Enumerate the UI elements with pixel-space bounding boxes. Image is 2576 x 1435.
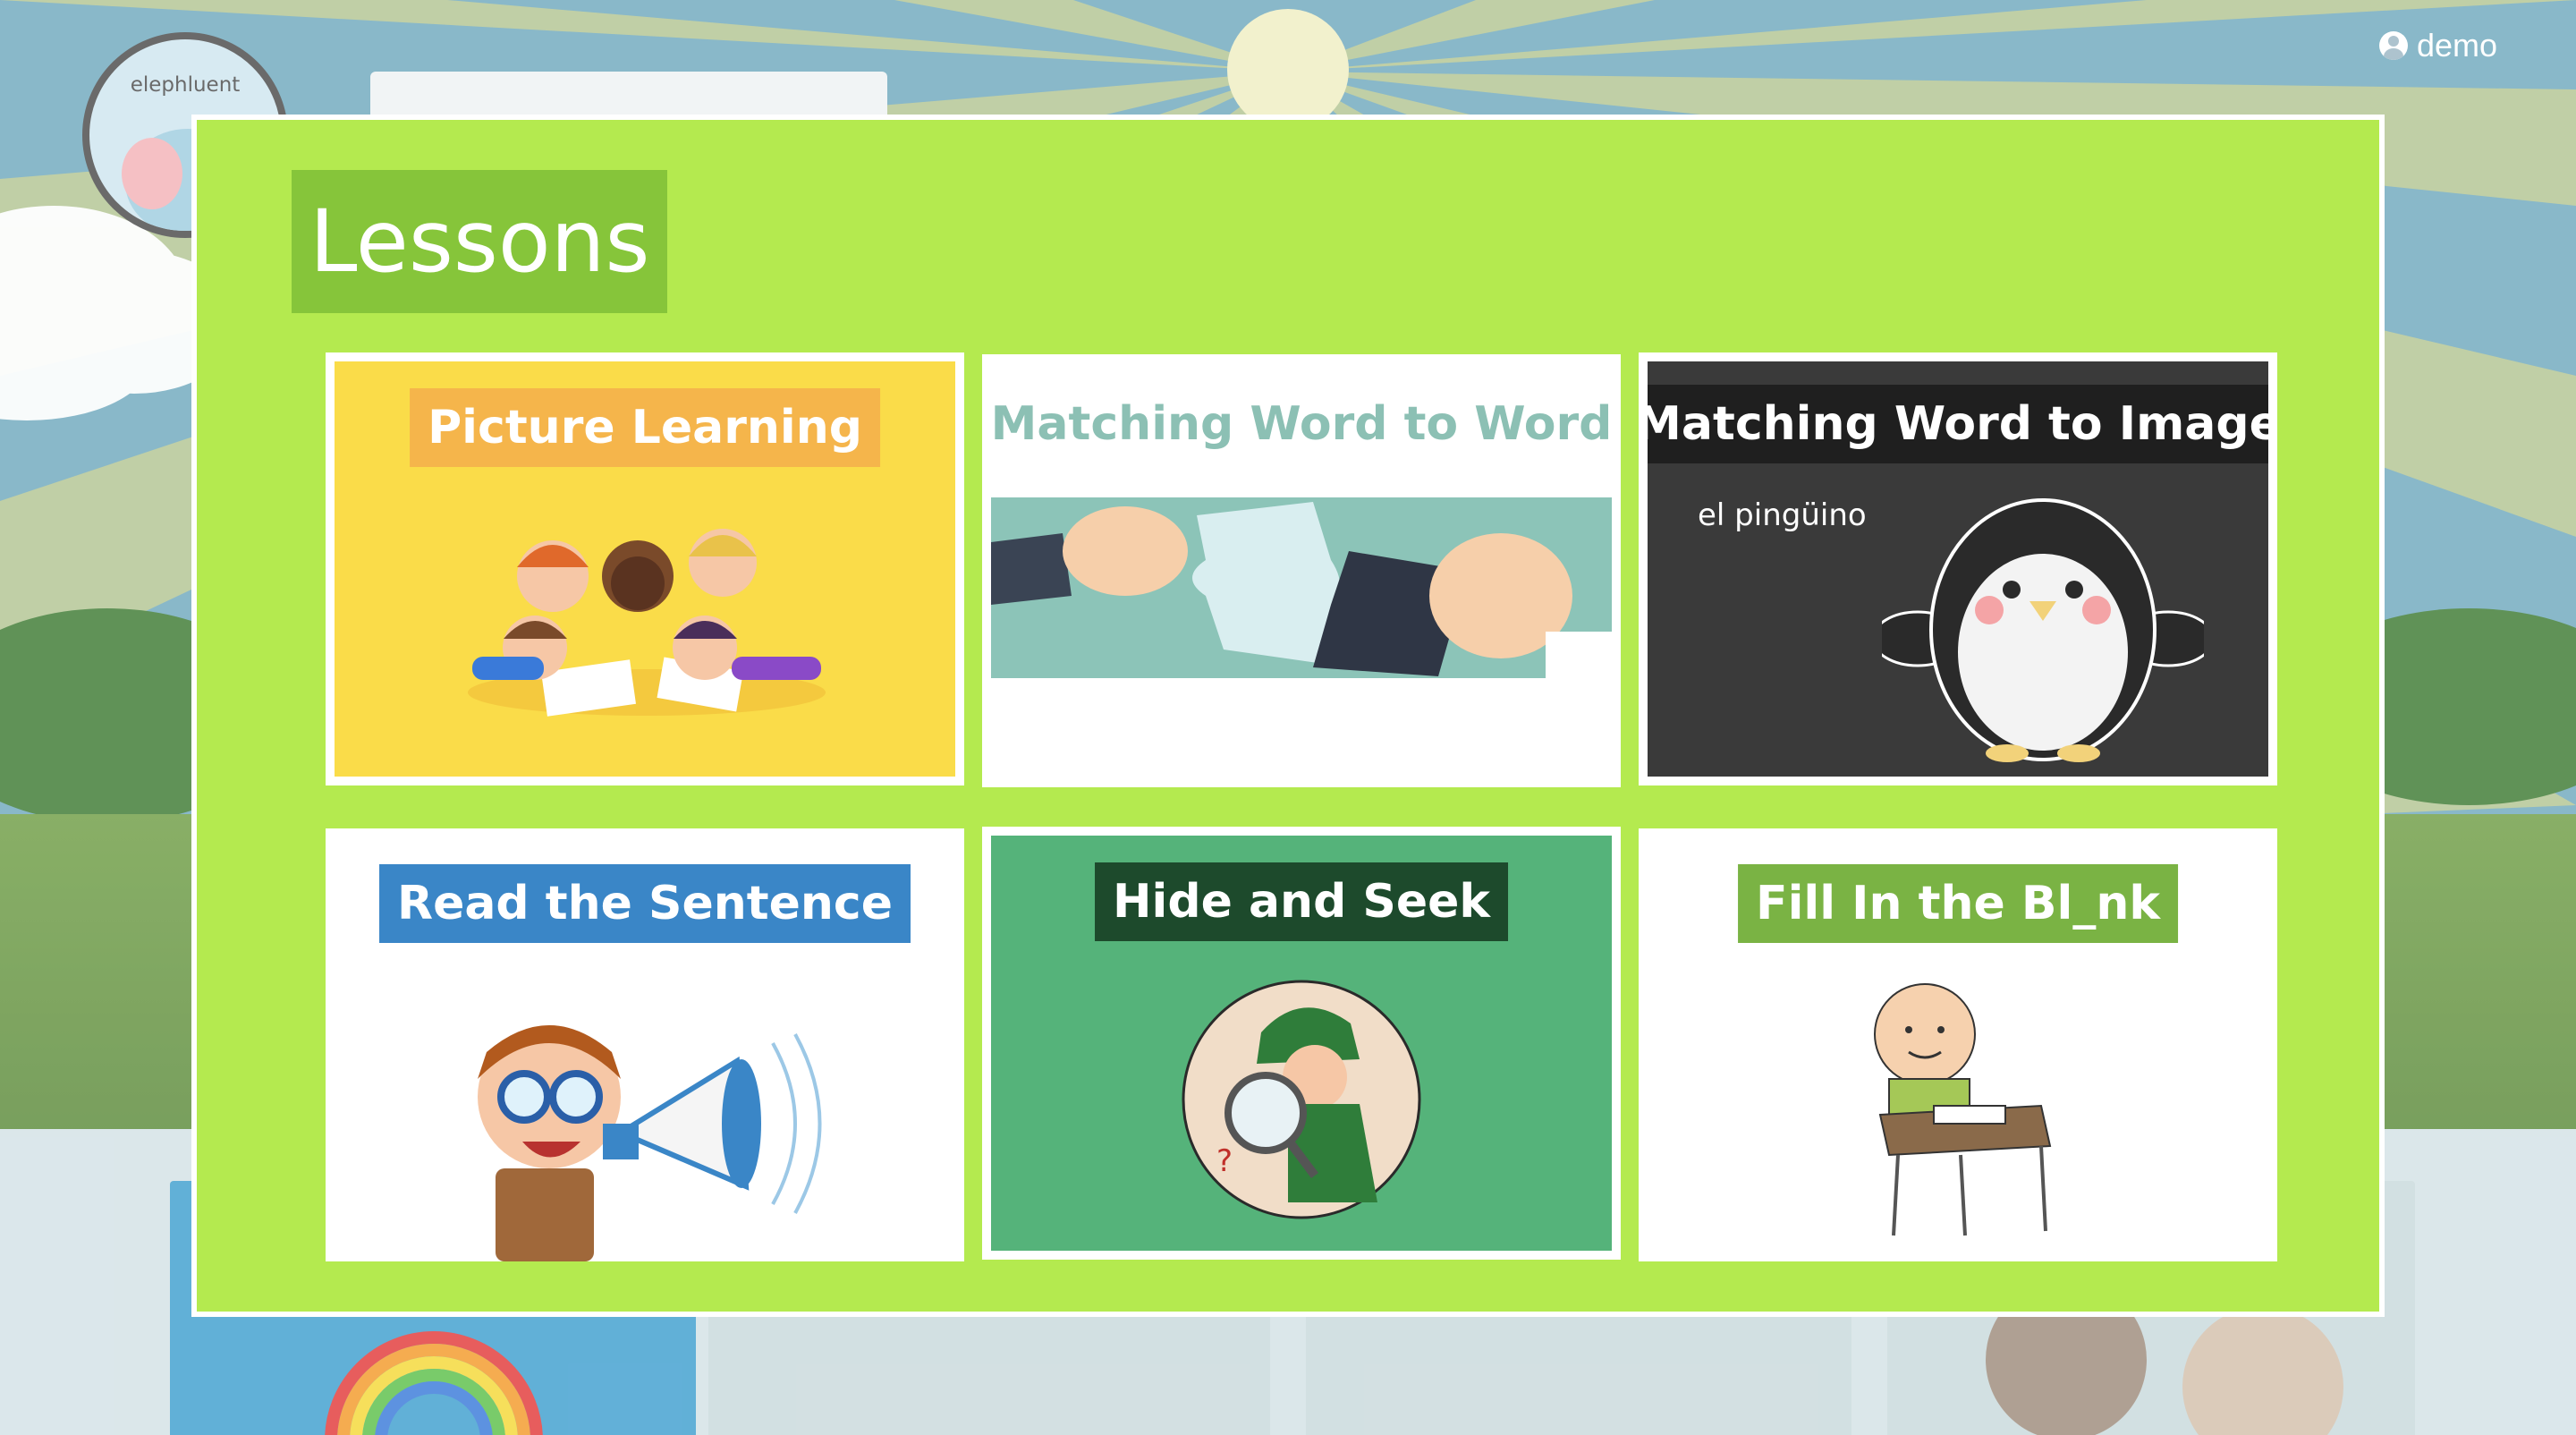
lesson-card-hide-and-seek[interactable]: Hide and Seek ?: [982, 827, 1621, 1260]
detective-magnifier-illustration: ?: [1182, 980, 1421, 1219]
boy-megaphone-illustration: [478, 1025, 822, 1261]
svg-text:?: ?: [1216, 1143, 1233, 1179]
example-word: el pingüino: [1698, 497, 1867, 533]
lesson-card-matching-word-to-image[interactable]: Matching Word to Image el pingüino: [1639, 352, 2277, 785]
lesson-card-matching-word-to-word[interactable]: Matching Word to Word: [982, 354, 1621, 787]
lesson-title: Matching Word to Word: [982, 385, 1621, 463]
lesson-title: Hide and Seek: [1095, 862, 1508, 941]
boy-at-desk-illustration: [1874, 983, 2052, 1236]
lesson-title: Matching Word to Image: [1648, 385, 2268, 463]
lesson-title: Fill In the Bl_nk: [1738, 864, 2178, 943]
lesson-title: Picture Learning: [410, 388, 880, 467]
lesson-title: Read the Sentence: [379, 864, 911, 943]
lesson-card-read-the-sentence[interactable]: Read the Sentence: [326, 828, 964, 1261]
lesson-card-fill-in-the-blank[interactable]: Fill In the Bl_nk: [1639, 828, 2277, 1261]
penguin-illustration: [1882, 498, 2204, 762]
modal-title: Lessons: [292, 170, 668, 313]
children-drawing-illustration: [468, 529, 826, 717]
lesson-card-picture-learning[interactable]: Picture Learning: [326, 352, 964, 785]
lessons-modal: Lessons Picture Learning Matching Word t…: [191, 115, 2385, 1317]
puzzle-pieces-illustration: [991, 497, 1612, 678]
